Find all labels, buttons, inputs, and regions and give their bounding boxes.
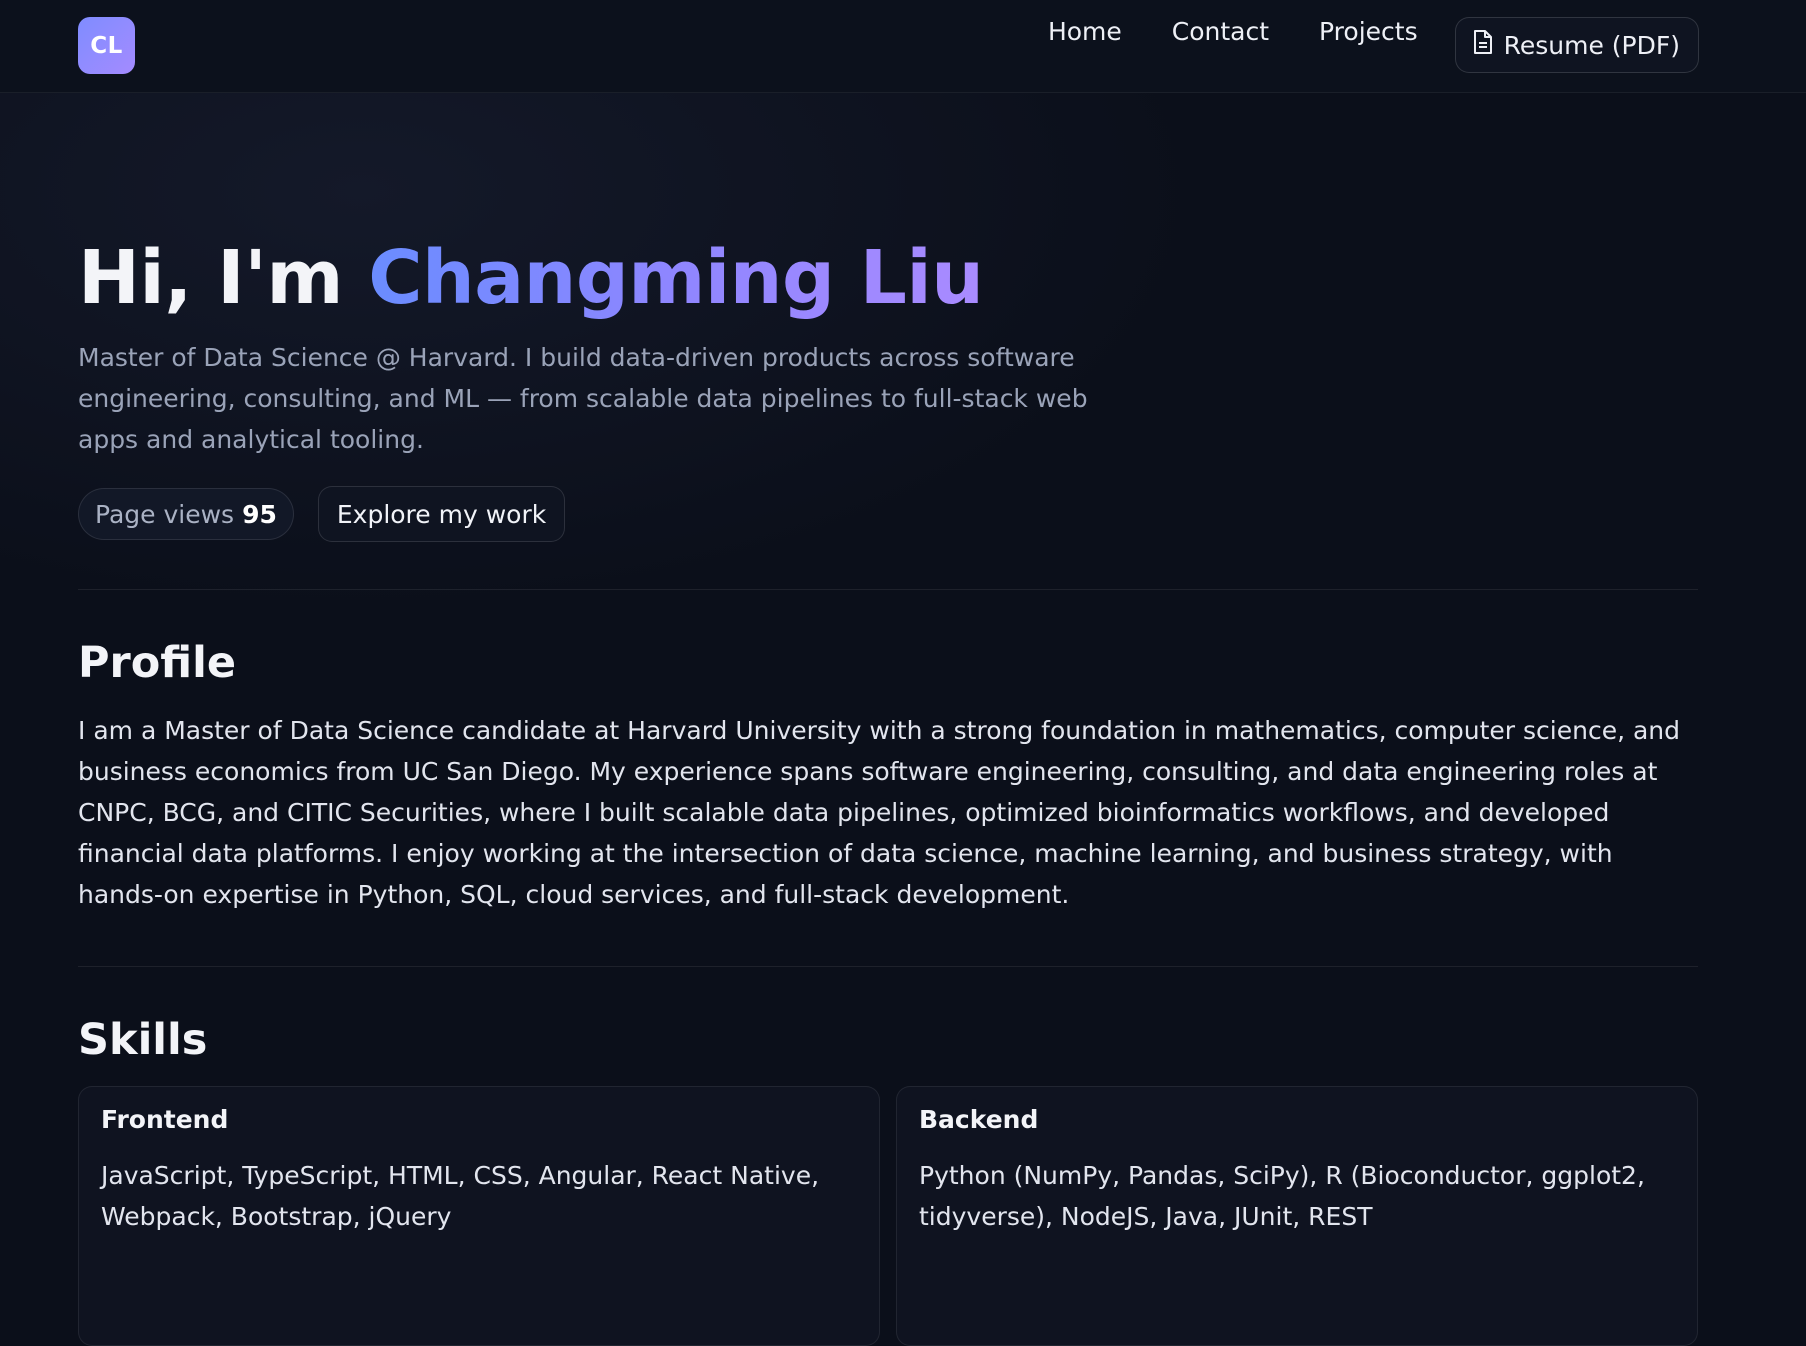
hero-subtitle: Master of Data Science @ Harvard. I buil…	[78, 343, 1088, 454]
skill-card-title: Frontend	[101, 1105, 229, 1134]
page-views-count: 95	[242, 499, 277, 529]
logo-badge[interactable]: CL	[78, 17, 135, 74]
nav-link-projects[interactable]: Projects	[1294, 3, 1443, 61]
resume-pdf-button[interactable]: Resume (PDF)	[1454, 17, 1699, 73]
skills-grid: Frontend JavaScript, TypeScript, HTML, C…	[78, 1086, 1698, 1346]
profile-text: I am a Master of Data Science candidate …	[78, 716, 1681, 909]
nav-link-contact[interactable]: Contact	[1147, 3, 1294, 61]
section-divider	[78, 966, 1698, 967]
skill-card-frontend: Frontend JavaScript, TypeScript, HTML, C…	[78, 1086, 880, 1346]
section-divider	[78, 589, 1698, 590]
hero-greeting: Hi, I'm	[78, 235, 369, 321]
main-nav: Home Contact Projects Resume (PDF)	[1023, 16, 1699, 74]
hero-actions: Page views 95 Explore my work	[78, 486, 1698, 542]
top-navbar: CL Home Contact Projects Resume (PDF)	[0, 0, 1806, 93]
skill-card-backend: Backend Python (NumPy, Pandas, SciPy), R…	[896, 1086, 1698, 1346]
skill-card-title: Backend	[919, 1105, 1039, 1134]
skill-card-text: JavaScript, TypeScript, HTML, CSS, Angul…	[101, 1161, 820, 1231]
skill-card-text: Python (NumPy, Pandas, SciPy), R (Biocon…	[919, 1161, 1645, 1231]
explore-work-button[interactable]: Explore my work	[317, 486, 566, 542]
main-content: Hi, I'm Changming Liu Master of Data Sci…	[78, 93, 1698, 1346]
hero-name: Changming Liu	[368, 235, 984, 321]
document-icon	[1472, 29, 1494, 61]
nav-link-home[interactable]: Home	[1023, 3, 1147, 61]
resume-label: Resume (PDF)	[1503, 30, 1680, 60]
skills-heading: Skills	[78, 1015, 208, 1065]
page-views-label: Page views	[95, 499, 235, 529]
page-views-badge: Page views 95	[78, 488, 294, 540]
profile-heading: Profile	[78, 638, 237, 688]
hero-title: Hi, I'm Changming Liu	[78, 241, 1698, 315]
